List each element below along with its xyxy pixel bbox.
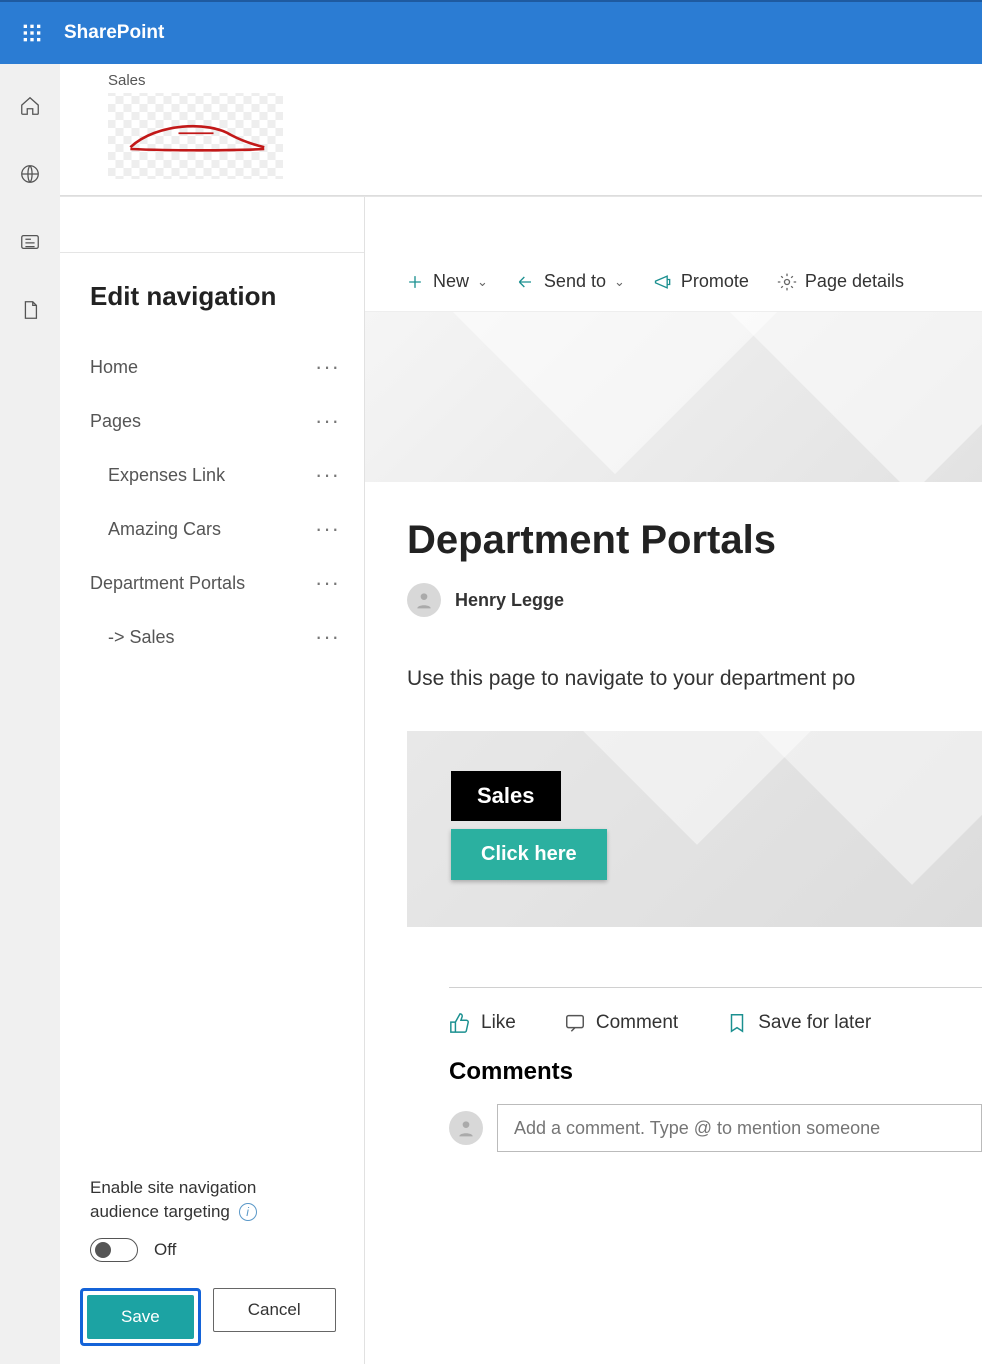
site-name-label: Sales [108,72,934,89]
department-tile: Sales Click here [407,731,982,927]
nav-item-home[interactable]: Home ··· [90,340,340,394]
new-label: New [433,271,469,292]
panel-actions: Save Cancel [60,1278,364,1364]
author-name[interactable]: Henry Legge [455,590,564,611]
page-title: Department Portals [407,518,982,563]
more-icon[interactable]: ··· [315,516,340,542]
comment-label: Comment [596,1012,678,1034]
save-for-later-button[interactable]: Save for later [726,1012,871,1034]
nav-item-label: Expenses Link [108,465,225,486]
more-icon[interactable]: ··· [315,354,340,380]
chevron-down-icon: ⌄ [477,274,488,290]
toggle-state-label: Off [154,1240,176,1260]
comments-heading: Comments [407,1058,982,1104]
more-icon[interactable]: ··· [315,462,340,488]
social-bar: Like Comment Save for later [407,1012,982,1058]
comment-input[interactable] [497,1104,982,1152]
page-details-label: Page details [805,271,904,292]
promote-button[interactable]: Promote [653,271,749,292]
nav-item-label: -> Sales [108,627,175,648]
product-name[interactable]: SharePoint [64,22,164,44]
cancel-button[interactable]: Cancel [213,1288,336,1332]
nav-item-expenses-link[interactable]: Expenses Link ··· [90,448,340,502]
edit-nav-title: Edit navigation [90,281,340,312]
nav-item-amazing-cars[interactable]: Amazing Cars ··· [90,502,340,556]
chevron-down-icon: ⌄ [614,274,625,290]
audience-toggle[interactable] [90,1238,138,1262]
more-icon[interactable]: ··· [315,408,340,434]
nav-item-pages[interactable]: Pages ··· [90,394,340,448]
like-label: Like [481,1012,516,1034]
save-later-label: Save for later [758,1012,871,1034]
save-button-highlight: Save [80,1288,201,1346]
save-button[interactable]: Save [87,1295,194,1339]
left-rail [0,64,60,1364]
nav-item-label: Pages [90,411,141,432]
globe-icon[interactable] [16,160,44,188]
like-button[interactable]: Like [449,1012,516,1034]
comment-button[interactable]: Comment [564,1012,678,1034]
audience-label: Enable site navigation audience targetin… [90,1176,340,1224]
info-icon[interactable]: i [239,1203,257,1221]
audience-targeting-section: Enable site navigation audience targetin… [60,1176,364,1278]
comment-compose-row [407,1104,982,1152]
nav-item-label: Amazing Cars [108,519,221,540]
body: Edit navigation Home ··· Pages ··· Expen… [60,196,982,1364]
suite-bar: SharePoint [0,0,982,64]
new-button[interactable]: New ⌄ [405,271,488,292]
edit-navigation-panel: Edit navigation Home ··· Pages ··· Expen… [60,197,365,1364]
more-icon[interactable]: ··· [315,570,340,596]
tile-tag: Sales [451,771,561,821]
news-icon[interactable] [16,228,44,256]
file-icon[interactable] [16,296,44,324]
promote-label: Promote [681,271,749,292]
site-logo[interactable] [108,93,283,179]
nav-item-sales[interactable]: -> Sales ··· [90,610,340,664]
page-details-button[interactable]: Page details [777,271,904,292]
avatar-icon [449,1111,483,1145]
nav-item-department-portals[interactable]: Department Portals ··· [90,556,340,610]
avatar-icon[interactable] [407,583,441,617]
main-content: New ⌄ Send to ⌄ Promote Page details Dep… [365,197,982,1364]
nav-item-label: Home [90,357,138,378]
article-body: Department Portals Henry Legge Use this … [365,482,982,1152]
hero-banner [365,312,982,492]
app-launcher-icon[interactable] [8,9,56,57]
more-icon[interactable]: ··· [315,624,340,650]
send-to-label: Send to [544,271,606,292]
click-here-button[interactable]: Click here [451,829,607,880]
site-header: Sales [60,64,982,196]
page-description: Use this page to navigate to your depart… [407,667,982,691]
nav-item-label: Department Portals [90,573,245,594]
divider [449,987,982,988]
home-icon[interactable] [16,92,44,120]
author-row: Henry Legge [407,583,982,617]
send-to-button[interactable]: Send to ⌄ [516,271,625,292]
command-bar: New ⌄ Send to ⌄ Promote Page details [365,252,982,312]
